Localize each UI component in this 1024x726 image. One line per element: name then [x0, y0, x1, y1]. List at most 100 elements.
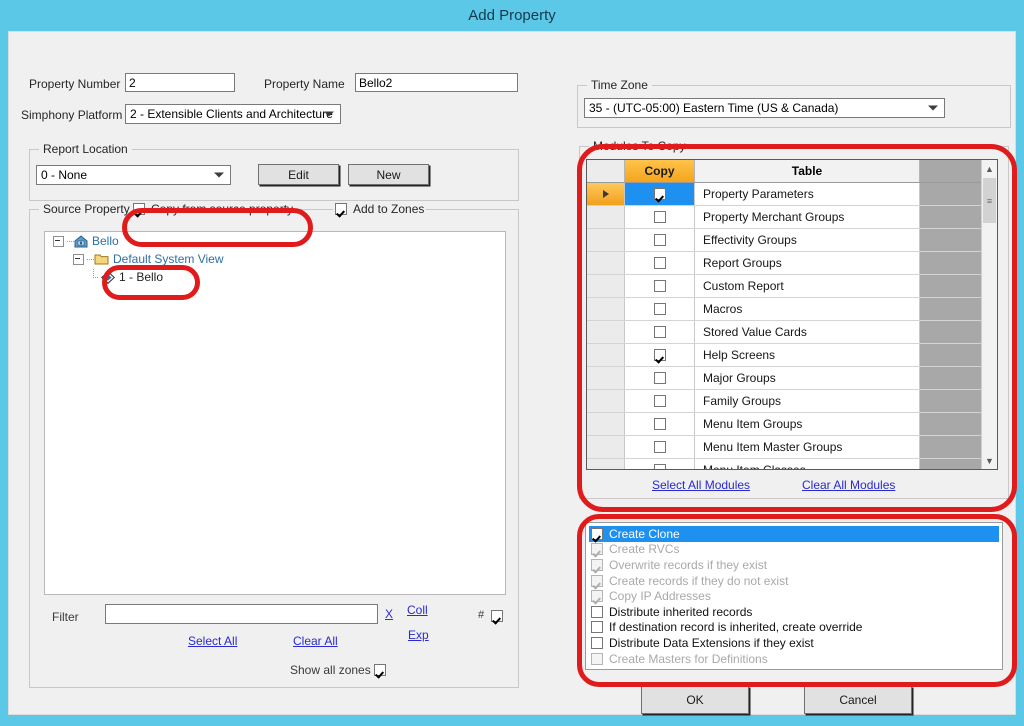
- copy-cell[interactable]: [625, 390, 695, 412]
- row-indicator-cell[interactable]: [587, 229, 625, 251]
- ok-button[interactable]: OK: [641, 686, 749, 714]
- copy-cell[interactable]: [625, 367, 695, 389]
- current-row-arrow-icon: [602, 190, 609, 198]
- cancel-button[interactable]: Cancel: [804, 686, 912, 714]
- option-row[interactable]: If destination record is inherited, crea…: [589, 620, 1002, 636]
- report-location-select[interactable]: 0 - None: [36, 165, 231, 185]
- clear-filter-icon[interactable]: X: [385, 607, 393, 621]
- source-property-title: Source Property: [39, 202, 134, 216]
- tree-item-1-bello[interactable]: 1 - Bello: [45, 268, 505, 286]
- table-row[interactable]: Custom Report: [587, 275, 997, 298]
- simphony-platform-select[interactable]: 2 - Extensible Clients and Architecture: [125, 104, 341, 124]
- copy-cell[interactable]: [625, 252, 695, 274]
- copy-checkbox[interactable]: [653, 326, 666, 338]
- new-button[interactable]: New: [348, 164, 429, 185]
- table-row[interactable]: Property Parameters: [587, 183, 997, 206]
- row-indicator-cell[interactable]: [587, 390, 625, 412]
- collapse-toggle-icon[interactable]: [53, 235, 64, 247]
- row-indicator-cell[interactable]: [587, 413, 625, 435]
- copy-checkbox[interactable]: [653, 280, 666, 292]
- collapse-link[interactable]: Coll: [407, 603, 428, 617]
- copy-cell[interactable]: [625, 229, 695, 251]
- table-row[interactable]: Stored Value Cards: [587, 321, 997, 344]
- copy-checkbox[interactable]: [653, 188, 666, 200]
- copy-checkbox[interactable]: [653, 211, 666, 223]
- clone-options-panel[interactable]: Create Clone Create RVCs Overwrite records…: [585, 522, 1003, 670]
- row-indicator-cell[interactable]: [587, 275, 625, 297]
- row-indicator-cell[interactable]: [587, 183, 625, 205]
- copy-checkbox[interactable]: [653, 418, 666, 430]
- table-body[interactable]: Property Parameters Property Merchant Gro…: [587, 183, 997, 469]
- option-row[interactable]: Create Clone: [589, 526, 999, 542]
- copy-cell[interactable]: [625, 344, 695, 366]
- table-name-cell: Effectivity Groups: [695, 229, 920, 251]
- option-checkbox[interactable]: [591, 621, 603, 634]
- option-row[interactable]: Distribute inherited records: [589, 604, 1002, 620]
- option-checkbox[interactable]: [591, 605, 603, 618]
- collapse-toggle-icon[interactable]: [73, 253, 84, 265]
- copy-cell[interactable]: [625, 298, 695, 320]
- copy-cell[interactable]: [625, 459, 695, 469]
- copy-checkbox[interactable]: [653, 372, 666, 384]
- copy-cell[interactable]: [625, 183, 695, 205]
- table-row[interactable]: Menu Item Groups: [587, 413, 997, 436]
- scrollbar-thumb[interactable]: ≡: [983, 178, 996, 223]
- table-column-header[interactable]: Table: [695, 160, 920, 182]
- time-zone-select[interactable]: 35 - (UTC-05:00) Eastern Time (US & Cana…: [584, 98, 945, 118]
- show-all-zones-checkbox[interactable]: [374, 664, 386, 676]
- copy-checkbox[interactable]: [653, 257, 666, 269]
- copy-column-header[interactable]: Copy: [625, 160, 695, 182]
- hash-checkbox[interactable]: [491, 610, 503, 622]
- property-name-input[interactable]: Bello2: [355, 73, 518, 92]
- row-indicator-cell[interactable]: [587, 206, 625, 228]
- table-row[interactable]: Help Screens: [587, 344, 997, 367]
- option-checkbox[interactable]: [591, 527, 603, 540]
- row-indicator-cell[interactable]: [587, 367, 625, 389]
- filter-input[interactable]: [105, 604, 378, 624]
- clear-all-modules-link[interactable]: Clear All Modules: [802, 478, 895, 492]
- table-row[interactable]: Menu Item Classes: [587, 459, 997, 469]
- row-indicator-cell[interactable]: [587, 321, 625, 343]
- property-number-input[interactable]: 2: [125, 73, 235, 92]
- tree-item-default-system-view[interactable]: Default System View: [45, 250, 505, 268]
- copy-checkbox[interactable]: [653, 234, 666, 246]
- add-to-zones-checkbox[interactable]: Add to Zones: [333, 202, 427, 216]
- copy-checkbox[interactable]: [653, 441, 666, 453]
- table-row[interactable]: Report Groups: [587, 252, 997, 275]
- modules-scrollbar[interactable]: ▲ ≡ ▼: [981, 160, 997, 469]
- copy-cell[interactable]: [625, 436, 695, 458]
- expand-link[interactable]: Exp: [408, 628, 429, 642]
- edit-button[interactable]: Edit: [258, 164, 339, 185]
- select-all-link[interactable]: Select All: [188, 634, 237, 648]
- row-indicator-cell[interactable]: [587, 459, 625, 469]
- option-row[interactable]: Distribute Data Extensions if they exist: [589, 635, 1002, 651]
- modules-table[interactable]: Copy Table Property Parameters Property M…: [586, 159, 998, 470]
- select-all-modules-link[interactable]: Select All Modules: [652, 478, 750, 492]
- tree-item-label: Default System View: [113, 252, 224, 266]
- row-indicator-cell[interactable]: [587, 252, 625, 274]
- copy-cell[interactable]: [625, 206, 695, 228]
- source-property-tree[interactable]: Bello Default System View 1 - Bello: [44, 231, 506, 595]
- table-row[interactable]: Property Merchant Groups: [587, 206, 997, 229]
- copy-checkbox[interactable]: [653, 349, 666, 361]
- chevron-down-icon[interactable]: ▼: [982, 452, 997, 469]
- table-row[interactable]: Family Groups: [587, 390, 997, 413]
- chevron-up-icon[interactable]: ▲: [982, 160, 997, 177]
- table-row[interactable]: Menu Item Master Groups: [587, 436, 997, 459]
- table-row[interactable]: Major Groups: [587, 367, 997, 390]
- table-row[interactable]: Macros: [587, 298, 997, 321]
- table-row[interactable]: Effectivity Groups: [587, 229, 997, 252]
- row-indicator-cell[interactable]: [587, 344, 625, 366]
- copy-checkbox[interactable]: [653, 464, 666, 469]
- clear-all-link[interactable]: Clear All: [293, 634, 338, 648]
- copy-cell[interactable]: [625, 275, 695, 297]
- copy-checkbox[interactable]: [653, 303, 666, 315]
- option-checkbox[interactable]: [591, 636, 603, 649]
- copy-cell[interactable]: [625, 413, 695, 435]
- copy-checkbox[interactable]: [653, 395, 666, 407]
- tree-item-bello[interactable]: Bello: [45, 232, 505, 250]
- row-indicator-cell[interactable]: [587, 298, 625, 320]
- copy-cell[interactable]: [625, 321, 695, 343]
- row-indicator-cell[interactable]: [587, 436, 625, 458]
- copy-from-source-property-checkbox[interactable]: Copy from source property: [131, 202, 296, 216]
